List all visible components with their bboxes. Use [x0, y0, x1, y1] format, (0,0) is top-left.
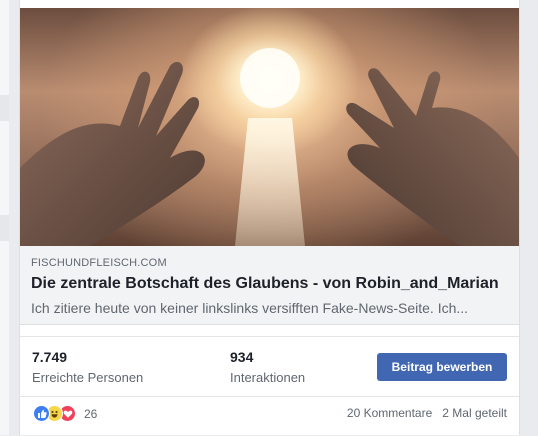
engagement-counts: 20 Kommentare 2 Mal geteilt [347, 406, 507, 420]
link-preview-text[interactable]: FISCHUNDFLEISCH.COM Die zentrale Botscha… [20, 246, 519, 325]
shares-link[interactable]: 2 Mal geteilt [442, 406, 507, 420]
post-insights: 7.749 Erreichte Personen 934 Interaktion… [20, 336, 519, 397]
link-title[interactable]: Die zentrale Botschaft des Glaubens - vo… [31, 275, 499, 293]
reach-stat: 7.749 Erreichte Personen [32, 349, 143, 385]
sidebar-edge-mark [0, 95, 9, 121]
interactions-stat: 934 Interaktionen [230, 349, 305, 385]
link-domain: FISCHUNDFLEISCH.COM [31, 257, 167, 269]
comments-link[interactable]: 20 Kommentare [347, 406, 432, 420]
left-sidebar-edge [0, 0, 9, 435]
link-description: Ich zitiere heute von keiner linkslinks … [31, 300, 469, 316]
like-icon [33, 405, 50, 422]
interactions-value: 934 [230, 349, 254, 365]
post-card: FISCHUNDFLEISCH.COM Die zentrale Botscha… [19, 0, 520, 435]
reach-label: Erreichte Personen [32, 370, 144, 385]
post-footer: 26 20 Kommentare 2 Mal geteilt [20, 396, 519, 436]
boost-post-button[interactable]: Beitrag bewerben [377, 353, 507, 381]
link-preview-image[interactable] [20, 8, 519, 246]
interactions-label: Interaktionen [230, 370, 306, 385]
reaction-count: 26 [84, 407, 98, 421]
reach-value: 7.749 [32, 349, 68, 365]
praying-hands-illustration [20, 48, 519, 246]
sidebar-edge-mark [0, 215, 9, 241]
